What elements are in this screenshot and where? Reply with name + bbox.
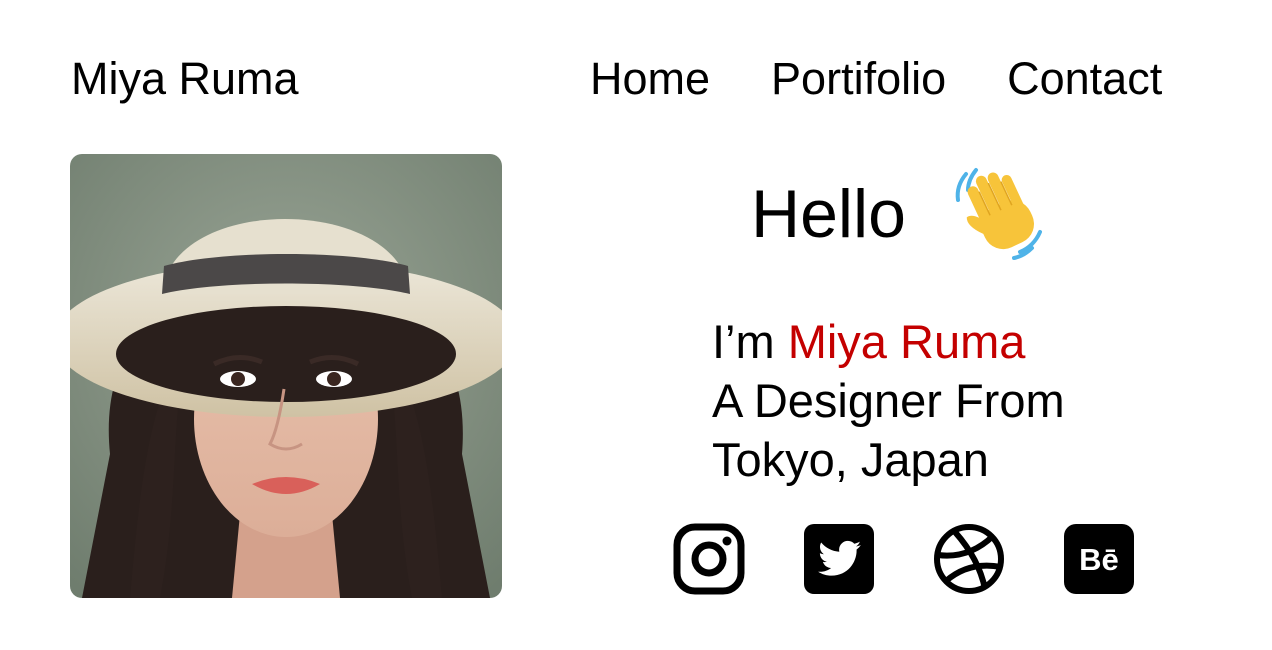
profile-photo [70, 154, 502, 598]
highlighted-name: Miya Ruma [787, 315, 1026, 368]
nav-home-link[interactable]: Home [590, 52, 710, 106]
intro-line-1: I’m Miya Ruma [712, 312, 1065, 371]
intro-line-2: A Designer From [712, 374, 1065, 427]
waving-hand-icon [948, 162, 1048, 262]
nav-portfolio-link[interactable]: Portifolio [771, 52, 946, 106]
intro-text: I’m Miya Ruma A Designer From Tokyo, Jap… [712, 312, 1065, 489]
dribbble-icon[interactable] [933, 523, 1005, 595]
instagram-icon[interactable] [673, 523, 745, 595]
nav-contact-link[interactable]: Contact [1007, 52, 1162, 106]
behance-icon-text: Bē [1079, 542, 1119, 577]
site-brand[interactable]: Miya Ruma [71, 52, 299, 106]
twitter-icon[interactable] [803, 523, 875, 595]
intro-line-3: Tokyo, Japan [712, 433, 989, 486]
behance-icon[interactable]: Bē [1063, 523, 1135, 595]
main-nav: Home Portifolio Contact [590, 52, 1162, 106]
intro-prefix: I’m [712, 315, 788, 368]
hello-heading: Hello [751, 176, 906, 252]
